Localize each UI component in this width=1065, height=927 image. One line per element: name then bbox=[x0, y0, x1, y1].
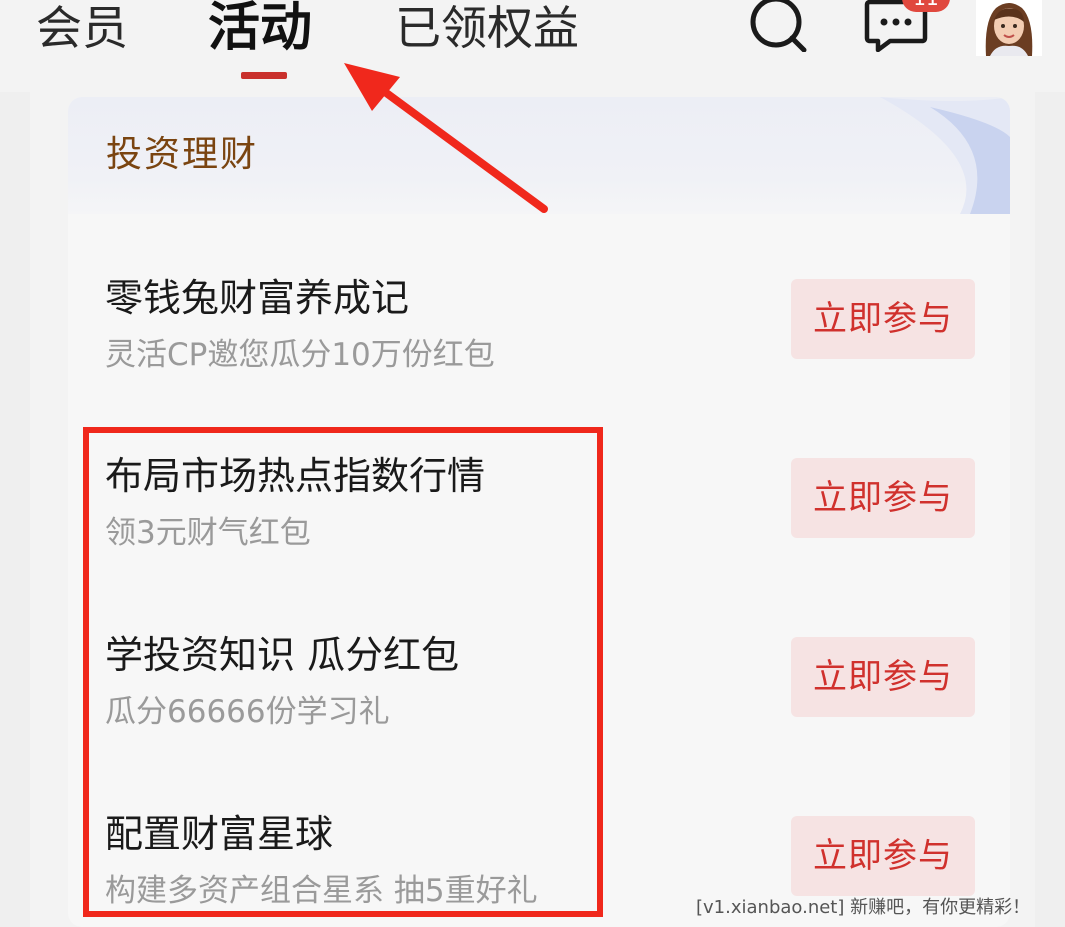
page-curl-decoration bbox=[880, 97, 1010, 214]
activity-item[interactable]: 零钱兔财富养成记 灵活CP邀您瓜分10万份红包 立即参与 bbox=[68, 267, 1010, 437]
search-icon bbox=[750, 0, 807, 53]
join-button[interactable]: 立即参与 bbox=[791, 816, 975, 896]
page-edge-right bbox=[1035, 92, 1065, 927]
page-edge-left bbox=[0, 92, 30, 927]
activity-subtitle: 灵活CP邀您瓜分10万份红包 bbox=[105, 337, 495, 373]
section-title: 投资理财 bbox=[106, 134, 259, 175]
annotation-highlight-box bbox=[83, 427, 603, 917]
activity-title: 零钱兔财富养成记 bbox=[105, 276, 410, 320]
tab-benefits[interactable]: 已领权益 bbox=[395, 0, 579, 56]
message-count-badge: 11 bbox=[902, 0, 950, 12]
watermark: [v1.xianbao.net] 新赚吧，有你更精彩！ bbox=[696, 897, 1031, 918]
avatar-illustration bbox=[976, 0, 1042, 56]
annotation-arrow bbox=[344, 63, 548, 213]
join-button[interactable]: 立即参与 bbox=[791, 279, 975, 359]
join-button[interactable]: 立即参与 bbox=[791, 458, 975, 538]
join-button[interactable]: 立即参与 bbox=[791, 637, 975, 717]
avatar[interactable] bbox=[976, 0, 1042, 56]
active-tab-indicator bbox=[241, 72, 287, 79]
search-button[interactable] bbox=[748, 0, 810, 53]
tab-member[interactable]: 会员 bbox=[36, 0, 128, 56]
tab-activity[interactable]: 活动 bbox=[208, 0, 312, 56]
